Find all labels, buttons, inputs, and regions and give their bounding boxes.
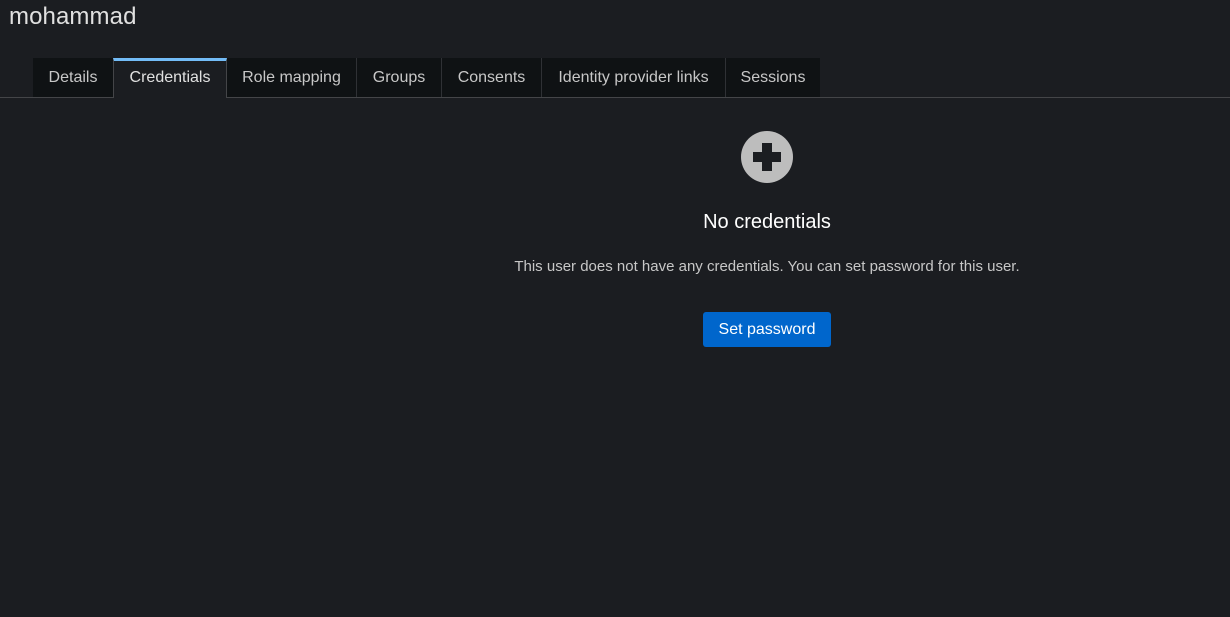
tab-role-mapping[interactable]: Role mapping [227, 58, 357, 97]
tab-groups[interactable]: Groups [357, 58, 442, 97]
tab-details[interactable]: Details [33, 58, 114, 97]
empty-state-title: No credentials [703, 211, 831, 233]
tab-consents[interactable]: Consents [442, 58, 542, 97]
tab-identity-provider-links[interactable]: Identity provider links [542, 58, 726, 97]
tab-sessions[interactable]: Sessions [726, 58, 820, 97]
tab-credentials[interactable]: Credentials [113, 58, 227, 98]
user-tabs: Details Credentials Role mapping Groups … [0, 58, 1230, 98]
plus-circle-icon [741, 131, 793, 183]
empty-state-description: This user does not have any credentials.… [514, 258, 1020, 275]
set-password-button[interactable]: Set password [703, 312, 831, 347]
page-title: mohammad [9, 3, 137, 30]
user-credentials-page: mohammad Details Credentials Role mappin… [0, 0, 1230, 617]
